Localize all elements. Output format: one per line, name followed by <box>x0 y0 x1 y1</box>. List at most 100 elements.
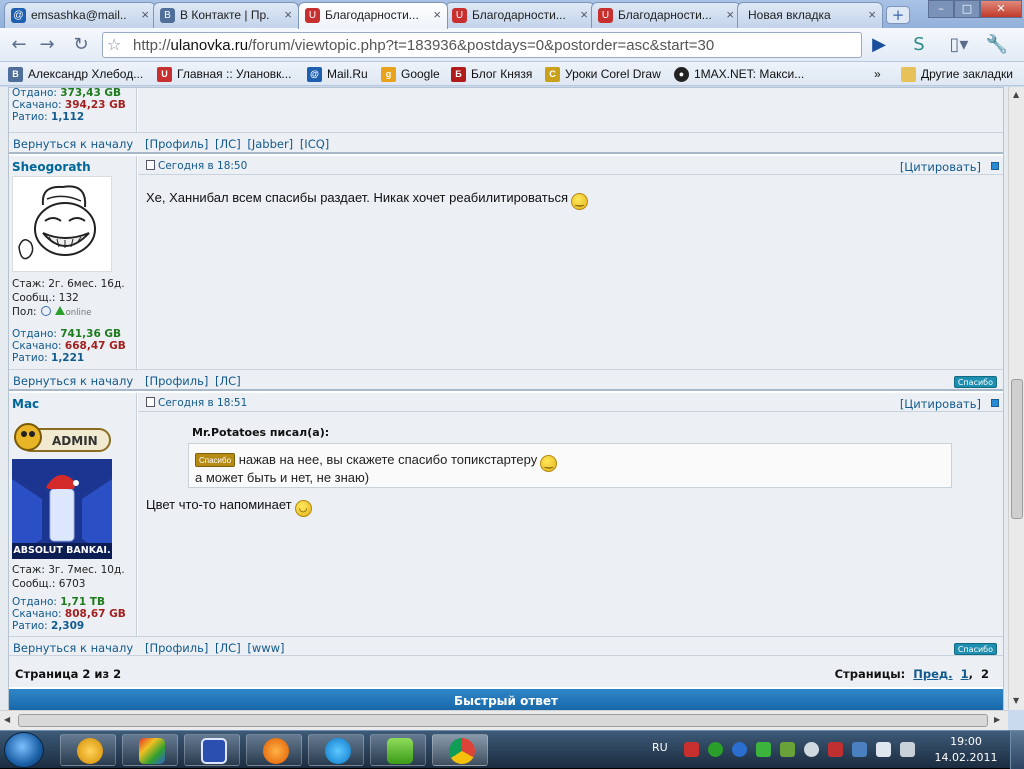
wrench-icon: 🔧 <box>985 34 1009 55</box>
post-author-panel: Mac ADMIN ABSOLUT BANKAI. Стаж: 3г. 7мес… <box>9 393 137 637</box>
back-to-top-link[interactable]: Вернуться к началу <box>13 374 133 388</box>
close-icon[interactable]: × <box>868 7 876 22</box>
close-icon[interactable]: × <box>284 7 292 22</box>
bookmark-ulanovka-main[interactable]: U Главная :: Улановк... <box>157 65 291 83</box>
corel-icon: C <box>545 67 560 82</box>
tray-ulanovka-icon[interactable] <box>684 742 699 757</box>
tray-gear-icon[interactable] <box>780 742 795 757</box>
reload-button[interactable]: ↻ <box>68 33 94 57</box>
tray-flag-icon[interactable] <box>828 742 843 757</box>
mail-agent-icon <box>263 738 289 764</box>
grin-smile-icon: ◡ <box>294 500 312 517</box>
browser-window: @ emsashka@mail.... × B В Контакте | Пр.… <box>0 0 1024 730</box>
forum-topic: Отдано: 373,43 GB Скачано: 394,23 GB Рат… <box>8 87 1004 710</box>
back-to-top-link[interactable]: Вернуться к началу <box>13 641 133 655</box>
close-icon[interactable]: × <box>580 7 588 22</box>
go-button[interactable]: ▶ <box>866 33 892 57</box>
address-bar[interactable]: ☆ http://ulanovka.ru/forum/viewtopic.php… <box>102 32 862 58</box>
close-window-button[interactable]: ✕ <box>980 0 1022 18</box>
taskbar-app-studio[interactable] <box>122 734 178 766</box>
tab-thanks-3[interactable]: U Благодарности... × <box>591 2 741 28</box>
scroll-thumb[interactable] <box>1011 379 1023 519</box>
back-button[interactable]: ← <box>6 33 32 57</box>
close-icon[interactable]: × <box>433 7 441 22</box>
skype-icon <box>325 738 351 764</box>
tray-bolt-icon[interactable] <box>732 742 747 757</box>
bookmark-blog[interactable]: Б Блог Князя <box>451 65 532 83</box>
taskbar-app-skype[interactable] <box>308 734 364 766</box>
taskbar-app-daemon[interactable] <box>60 734 116 766</box>
close-icon[interactable]: × <box>726 7 734 22</box>
vertical-scrollbar[interactable]: ▲ ▼ <box>1008 87 1024 710</box>
scroll-up-arrow-icon[interactable]: ▲ <box>1013 90 1019 99</box>
tray-network-icon[interactable] <box>852 742 867 757</box>
settings-menu-button[interactable]: 🔧 <box>984 33 1010 57</box>
page-menu-button[interactable]: ▯▾ <box>946 33 972 57</box>
studio-icon <box>139 738 165 764</box>
post-author-panel: Sheogorath Стаж: 2г. 6мес. 16д. Сообщ.: … <box>9 156 137 369</box>
bookmark-google[interactable]: g Google <box>381 65 440 83</box>
prev-page-link[interactable]: Пред. <box>913 667 952 681</box>
taskbar-app-utorrent[interactable] <box>370 734 426 766</box>
windows-taskbar: RU 19:00 14.02.2011 <box>0 730 1024 769</box>
tab-thanks-2[interactable]: U Благодарности... × <box>445 2 595 28</box>
system-clock[interactable]: 19:00 14.02.2011 <box>930 734 1002 766</box>
post-date[interactable]: Сегодня в 18:50 <box>146 160 247 172</box>
skype-extension-button[interactable]: S <box>906 33 932 57</box>
back-to-top-link[interactable]: Вернуться к началу <box>13 137 133 151</box>
tab-new[interactable]: Новая вкладка × <box>737 2 883 28</box>
quick-reply-header[interactable]: Быстрый ответ <box>9 689 1003 710</box>
taskbar-app-mail-agent[interactable] <box>246 734 302 766</box>
tray-network-alert-icon[interactable] <box>876 742 891 757</box>
tray-check-icon[interactable] <box>756 742 771 757</box>
language-indicator[interactable]: RU <box>652 741 668 754</box>
tab-mail[interactable]: @ emsashka@mail.... × <box>4 2 156 28</box>
tab-thanks-active[interactable]: U Благодарности... × <box>298 2 448 29</box>
scroll-thumb[interactable] <box>18 714 988 727</box>
tab-vk[interactable]: B В Контакте | Пр... × <box>153 2 299 28</box>
profile-links[interactable]: [Профиль] [ЛС] <box>145 374 241 388</box>
other-bookmarks-folder[interactable]: Другие закладки <box>901 65 1013 83</box>
new-tab-button[interactable]: + <box>886 6 910 24</box>
taskbar-app-chrome[interactable] <box>432 734 488 766</box>
bookmarks-overflow-button[interactable]: » <box>874 65 881 83</box>
bookmark-corel[interactable]: C Уроки Corel Draw <box>545 65 661 83</box>
page-1-link[interactable]: 1 <box>961 667 969 681</box>
volume-icon[interactable] <box>900 742 915 757</box>
scroll-left-arrow-icon[interactable]: ◀ <box>4 715 10 724</box>
close-icon[interactable]: × <box>141 7 149 22</box>
post-icon <box>146 160 155 170</box>
forward-button[interactable]: → <box>34 33 60 57</box>
quote-button[interactable]: [Цитировать] <box>900 160 981 174</box>
bookmark-mailru[interactable]: @ Mail.Ru <box>307 65 368 83</box>
bookmark-vk-profile[interactable]: B Александр Хлебод... <box>8 65 143 83</box>
profile-links[interactable]: [Профиль] [ЛС] [www] <box>145 641 285 655</box>
author-name[interactable]: Sheogorath <box>12 160 91 174</box>
page-indicator: Страница 2 из 2 <box>15 667 122 681</box>
maximize-button[interactable]: □ <box>954 0 980 18</box>
post-date[interactable]: Сегодня в 18:51 <box>146 397 247 409</box>
start-button[interactable] <box>4 732 44 768</box>
post-square-icon[interactable] <box>991 162 999 170</box>
tray-skype-icon[interactable] <box>804 742 819 757</box>
star-icon[interactable]: ☆ <box>107 35 121 54</box>
thanks-button[interactable]: Спасибо <box>953 376 997 388</box>
minimize-button[interactable]: – <box>928 0 954 18</box>
profile-links[interactable]: [Профиль] [ЛС] [Jabber] [ICQ] <box>145 137 329 151</box>
page-viewport: Отдано: 373,43 GB Скачано: 394,23 GB Рат… <box>0 87 1008 710</box>
tray-agent-icon[interactable] <box>708 742 723 757</box>
horizontal-scrollbar[interactable]: ◀ ▶ <box>0 710 1008 730</box>
absolut-bottle-avatar <box>12 459 112 559</box>
scroll-right-arrow-icon[interactable]: ▶ <box>994 715 1000 724</box>
taskbar-app-save[interactable] <box>184 734 240 766</box>
ulanovka-icon: U <box>598 8 613 23</box>
show-desktop-button[interactable] <box>1010 731 1024 769</box>
scroll-down-arrow-icon[interactable]: ▼ <box>1013 696 1019 705</box>
post-square-icon[interactable] <box>991 399 999 407</box>
quote-button[interactable]: [Цитировать] <box>900 397 981 411</box>
ulanovka-icon: U <box>305 8 320 23</box>
thanks-button[interactable]: Спасибо <box>953 643 997 655</box>
pagination: Страницы: Пред. 1, 2 <box>834 667 989 681</box>
author-name[interactable]: Mac <box>12 397 39 411</box>
bookmark-1max[interactable]: ● 1MAX.NET: Макси... <box>674 65 804 83</box>
